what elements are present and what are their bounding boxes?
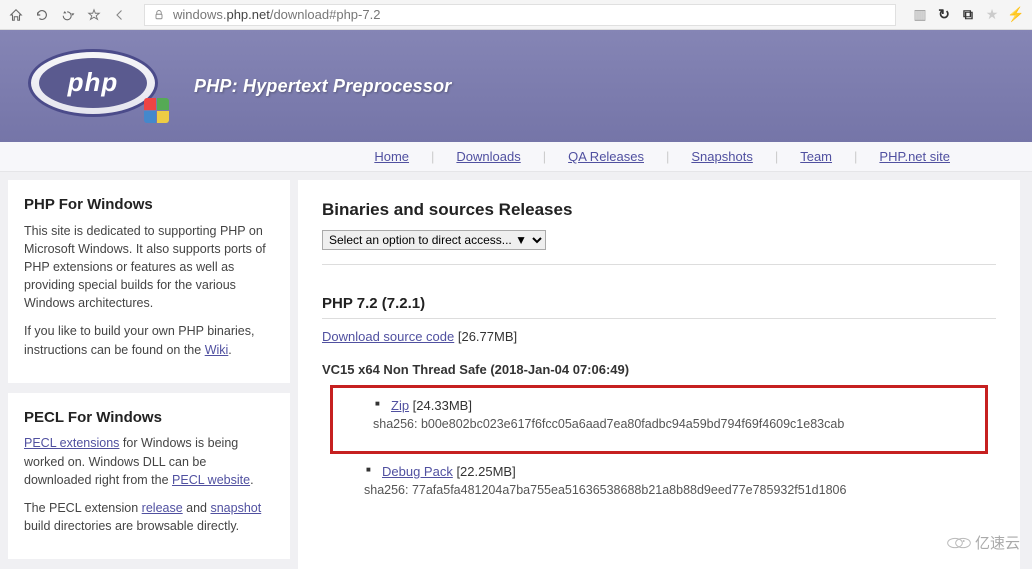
main-layout: PHP For Windows This site is dedicated t…	[0, 172, 1032, 569]
undo-dropdown-icon[interactable]	[60, 7, 76, 23]
sidebar-p2: If you like to build your own PHP binari…	[24, 322, 274, 358]
sidebar-php-windows: PHP For Windows This site is dedicated t…	[8, 180, 290, 383]
star-icon[interactable]	[86, 7, 102, 23]
watermark: 亿速云	[947, 532, 1020, 553]
sidebar: PHP For Windows This site is dedicated t…	[0, 180, 290, 569]
windows-badge-icon	[144, 98, 172, 126]
reader-icon[interactable]: ▥	[912, 7, 928, 23]
sidebar-pecl-windows: PECL For Windows PECL extensions for Win…	[8, 393, 290, 559]
sync-icon[interactable]: ↻	[936, 7, 952, 23]
source-line: Download source code [26.77MB]	[322, 329, 996, 344]
flash-icon[interactable]: ⚡	[1008, 7, 1024, 23]
zip-sha: sha256: b00e802bc023e617f6fcc05a6aad7ea8…	[373, 417, 961, 431]
debug-link[interactable]: Debug Pack	[382, 464, 453, 479]
debug-sha: sha256: 77afa5fa481204a7ba755ea516365386…	[364, 483, 996, 497]
pecl-release-link[interactable]: release	[142, 501, 183, 515]
debug-download: Debug Pack [22.25MB] sha256: 77afa5fa481…	[348, 464, 996, 497]
sidebar-pecl-p2: The PECL extension release and snapshot …	[24, 499, 274, 535]
main-content: Binaries and sources Releases Select an …	[298, 180, 1020, 569]
nav-qa[interactable]: QA Releases	[568, 149, 644, 164]
page-header: php PHP: Hypertext Preprocessor	[0, 30, 1032, 142]
main-nav: Home| Downloads| QA Releases| Snapshots|…	[0, 142, 1032, 172]
releases-heading: Binaries and sources Releases	[322, 200, 996, 220]
pecl-website-link[interactable]: PECL website	[172, 473, 250, 487]
sidebar-title-1: PHP For Windows	[24, 194, 274, 216]
url-text: windows.php.net/download#php-7.2	[173, 7, 380, 22]
divider	[322, 264, 996, 265]
pecl-ext-link[interactable]: PECL extensions	[24, 436, 119, 450]
address-bar[interactable]: windows.php.net/download#php-7.2	[144, 4, 896, 26]
version-heading: PHP 7.2 (7.2.1)	[322, 295, 996, 319]
zip-link[interactable]: Zip	[391, 398, 409, 413]
wiki-link[interactable]: Wiki	[205, 343, 229, 357]
zip-item: Zip [24.33MB]	[375, 398, 961, 413]
sidebar-pecl-p1: PECL extensions for Windows is being wor…	[24, 434, 274, 488]
browser-toolbar: windows.php.net/download#php-7.2 ▥ ↻ ⧉ ★…	[0, 0, 1032, 30]
fav-icon[interactable]: ★	[984, 7, 1000, 23]
sidebar-title-2: PECL For Windows	[24, 407, 274, 429]
home-icon[interactable]	[8, 7, 24, 23]
sidebar-p1: This site is dedicated to supporting PHP…	[24, 222, 274, 313]
tagline: PHP: Hypertext Preprocessor	[194, 76, 452, 97]
source-download-link[interactable]: Download source code	[322, 329, 454, 344]
debug-item: Debug Pack [22.25MB]	[366, 464, 996, 479]
build-heading: VC15 x64 Non Thread Safe (2018-Jan-04 07…	[322, 362, 996, 377]
direct-access-select[interactable]: Select an option to direct access... ▼	[322, 230, 546, 250]
nav-downloads[interactable]: Downloads	[456, 149, 520, 164]
nav-snapshots[interactable]: Snapshots	[691, 149, 752, 164]
browser-right-icons: ▥ ↻ ⧉ ★ ⚡	[912, 7, 1024, 23]
nav-team[interactable]: Team	[800, 149, 832, 164]
lock-icon	[151, 7, 167, 23]
refresh-icon[interactable]	[34, 7, 50, 23]
highlighted-download: Zip [24.33MB] sha256: b00e802bc023e617f6…	[330, 385, 988, 454]
translate-icon[interactable]: ⧉	[960, 7, 976, 23]
php-logo[interactable]: php	[28, 49, 168, 124]
back-icon[interactable]	[112, 7, 128, 23]
nav-phpnet[interactable]: PHP.net site	[879, 149, 950, 164]
nav-home[interactable]: Home	[374, 149, 409, 164]
pecl-snapshot-link[interactable]: snapshot	[210, 501, 261, 515]
